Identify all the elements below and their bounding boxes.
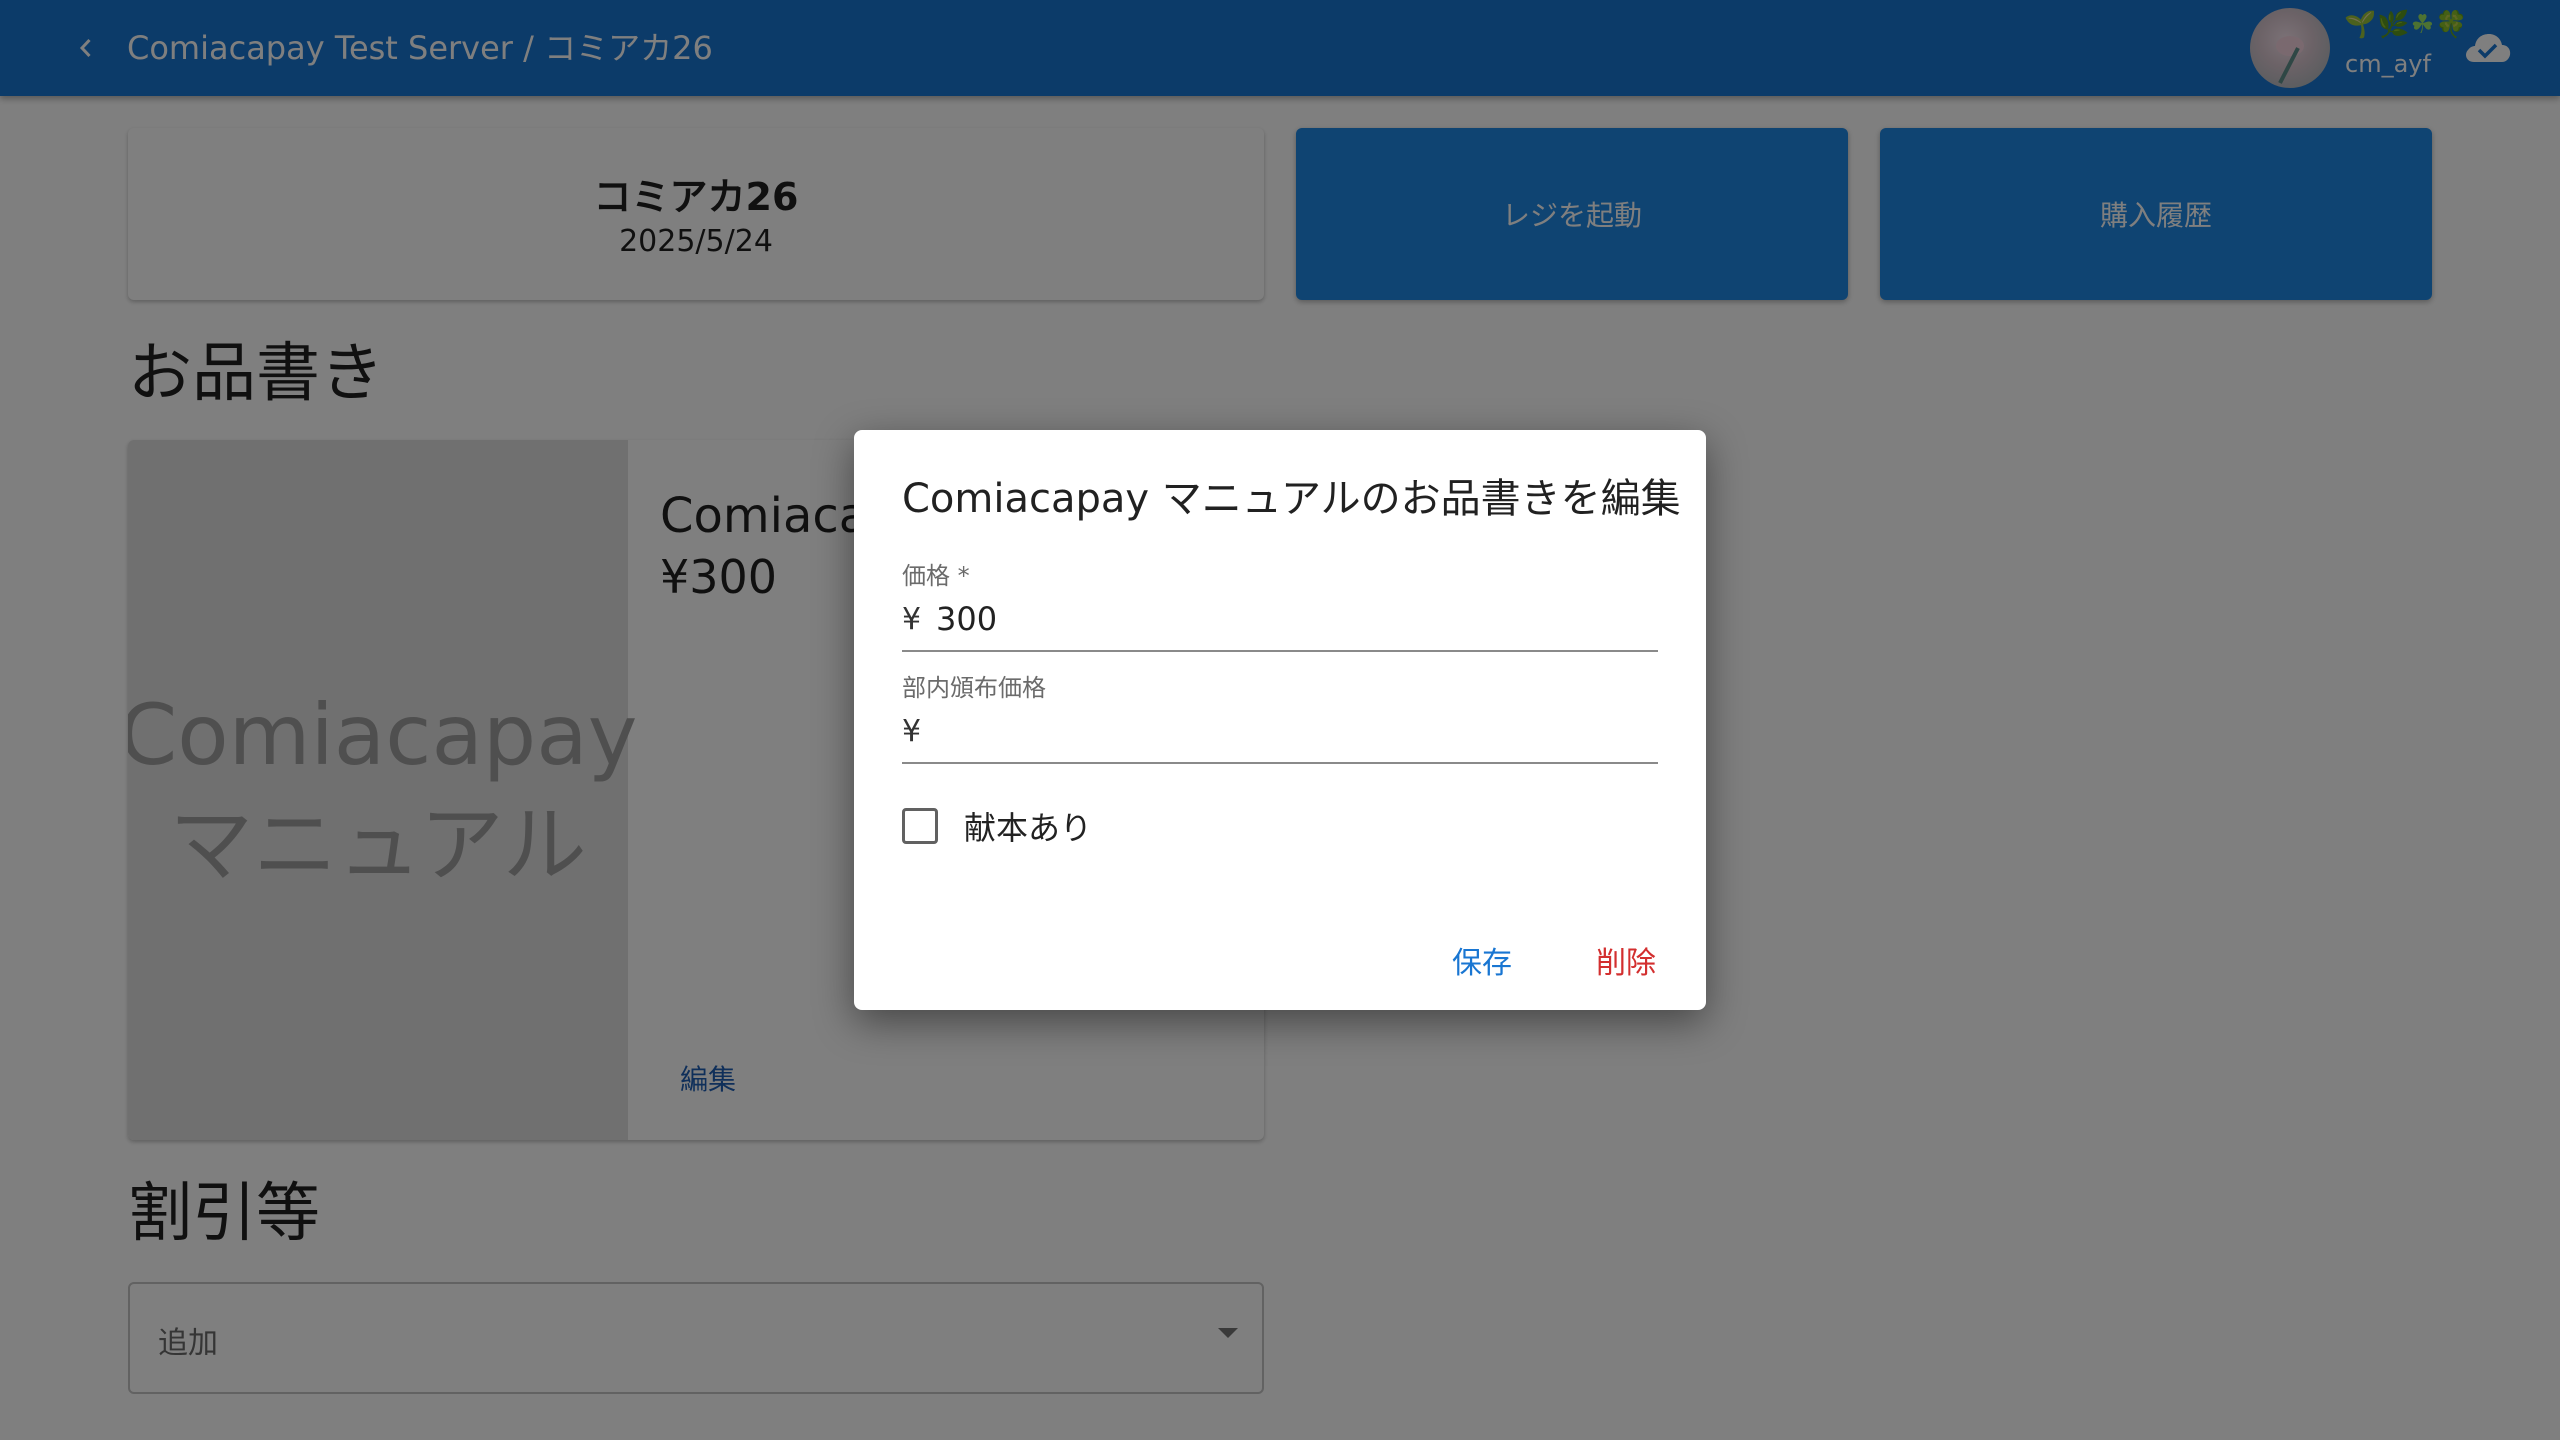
gift-checkbox-row[interactable]: 献本あり bbox=[902, 802, 1092, 850]
dialog-title: Comiacapay マニュアルのお品書きを編集 bbox=[902, 476, 1681, 522]
internal-price-field[interactable]: 部内頒布価格 ¥ bbox=[902, 668, 1658, 778]
price-input[interactable]: 300 bbox=[936, 600, 997, 638]
gift-checkbox-label: 献本あり bbox=[964, 809, 1093, 847]
save-button[interactable]: 保存 bbox=[1442, 930, 1522, 990]
internal-price-prefix: ¥ bbox=[902, 714, 922, 749]
price-label: 価格 * bbox=[902, 562, 970, 590]
edit-item-dialog: Comiacapay マニュアルのお品書きを編集 価格 * ¥ 300 部内頒布… bbox=[854, 430, 1706, 1010]
price-prefix: ¥ bbox=[902, 602, 922, 637]
gift-checkbox[interactable] bbox=[902, 808, 938, 844]
delete-button[interactable]: 削除 bbox=[1586, 930, 1666, 990]
internal-price-label: 部内頒布価格 bbox=[902, 674, 1046, 702]
price-underline bbox=[902, 650, 1658, 652]
price-field[interactable]: 価格 * ¥ 300 bbox=[902, 556, 1658, 666]
internal-price-underline bbox=[902, 762, 1658, 764]
